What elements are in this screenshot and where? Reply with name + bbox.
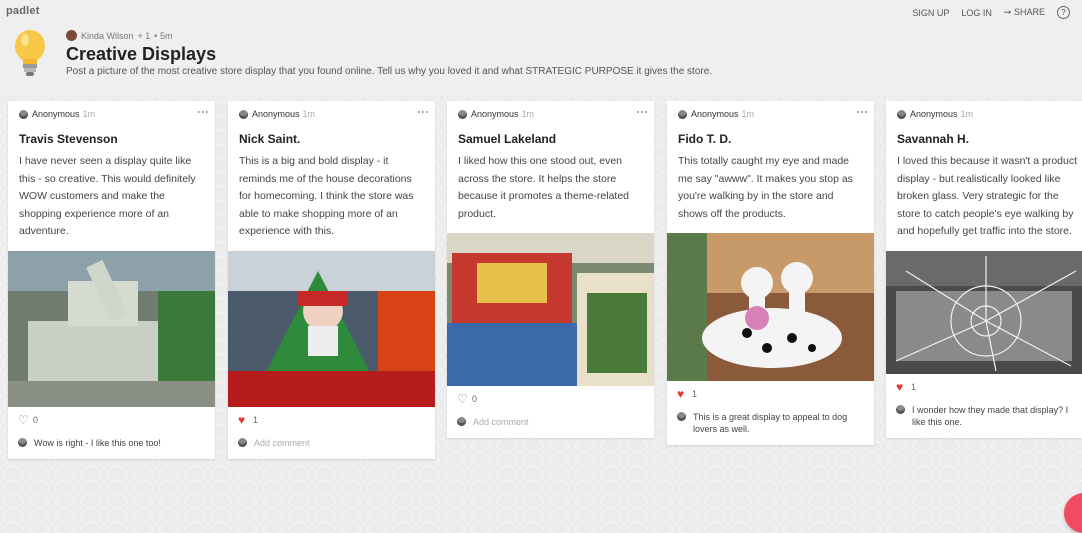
post-body: I liked how this one stood out, even acr… <box>458 155 630 220</box>
like-count: 1 <box>692 389 698 399</box>
author-time: • 5m <box>154 30 173 41</box>
post-header: Anonymous 1m ⋮ <box>447 101 654 127</box>
like-count: 0 <box>472 394 478 404</box>
post-card[interactable]: Anonymous 1m ⋮ Travis Stevenson I have ne… <box>8 101 215 459</box>
comment-text: Wow is right - I like this one too! <box>34 437 161 448</box>
anonymous-avatar <box>677 412 686 421</box>
post-author: Anonymous <box>471 109 519 119</box>
post-author-line: Anonymous 1m <box>32 109 95 119</box>
post-header: Anonymous 1m <box>886 101 1082 127</box>
post-author: Anonymous <box>252 109 300 119</box>
more-options-icon[interactable]: ⋮ <box>416 106 430 116</box>
post-card[interactable]: Anonymous 1m ⋮ Samuel Lakeland I liked ho… <box>447 101 654 438</box>
heart-icon[interactable]: ♥ <box>677 387 684 401</box>
post-title: Savannah H. <box>897 132 970 146</box>
comment: I wonder how they made that display? I l… <box>886 398 1082 438</box>
lightbulb-icon <box>15 30 45 76</box>
top-actions: SIGN UP LOG IN ➙ SHARE ? <box>912 6 1070 19</box>
anonymous-avatar <box>678 110 687 119</box>
board-title: Creative Displays <box>66 44 217 64</box>
post-author-line: Anonymous 1m <box>910 109 973 119</box>
anonymous-avatar <box>239 110 248 119</box>
post-time: 1m <box>521 109 535 119</box>
heart-icon[interactable]: ♡ <box>457 392 468 406</box>
add-comment[interactable]: Add comment <box>228 431 435 459</box>
more-options-icon[interactable]: ⋮ <box>855 106 869 116</box>
post-card[interactable]: Anonymous 1m ⋮ Nick Saint. This is a big … <box>228 101 435 459</box>
add-comment-label[interactable]: Add comment <box>473 417 529 427</box>
post-header: Anonymous 1m ⋮ <box>228 101 435 127</box>
comment-text: This is a great display to appeal to dog… <box>693 412 848 434</box>
anonymous-avatar <box>458 110 467 119</box>
share-button[interactable]: ➙ SHARE <box>1004 7 1045 18</box>
post-image-tank-display[interactable] <box>8 250 215 407</box>
anonymous-avatar <box>18 437 27 447</box>
comment-text: I wonder how they made that display? I l… <box>912 404 1069 427</box>
anonymous-avatar <box>896 404 905 414</box>
post-header: Anonymous 1m ⋮ <box>8 101 215 127</box>
add-comment-label[interactable]: Add comment <box>254 438 310 448</box>
post-image-santa-display[interactable] <box>228 250 435 407</box>
post-title: Nick Saint. <box>239 132 301 146</box>
like-count: 0 <box>33 414 39 425</box>
anonymous-avatar <box>457 417 466 426</box>
anonymous-avatar <box>897 110 906 119</box>
post-card[interactable]: Anonymous 1m Savannah H. I loved this bec… <box>886 101 1082 438</box>
post-title: Fido T. D. <box>678 132 732 146</box>
log-in-button[interactable]: LOG IN <box>961 8 992 18</box>
post-image-nfl-display[interactable] <box>447 233 654 386</box>
reactions-bar: ♥ 1 <box>886 374 1082 398</box>
post-author-line: Anonymous 1m <box>471 109 534 119</box>
reactions-bar: ♡ 0 <box>447 386 654 410</box>
post-image-dalmatian-display[interactable] <box>667 233 874 381</box>
post-time: 1m <box>302 109 316 119</box>
author-meta: + 1 <box>137 30 151 41</box>
post-title: Travis Stevenson <box>19 132 118 146</box>
reactions-bar: ♡ 0 <box>8 407 215 431</box>
heart-icon[interactable]: ♡ <box>18 413 29 427</box>
more-options-icon[interactable]: ⋮ <box>196 106 210 116</box>
post-body: This is a big and bold display - it remi… <box>239 155 414 237</box>
post-author: Anonymous <box>691 109 739 119</box>
padlet-logo[interactable]: padlet <box>6 5 40 17</box>
add-post-button[interactable] <box>1064 493 1082 533</box>
post-time: 1m <box>741 109 755 119</box>
comment: This is a great display to appeal to dog… <box>667 405 874 445</box>
share-icon: ➙ <box>1003 7 1012 17</box>
author-name[interactable]: Kinda Wilson <box>81 31 134 41</box>
heart-icon[interactable]: ♥ <box>896 380 903 394</box>
post-card[interactable]: Anonymous 1m ⋮ Fido T. D. This totally ca… <box>667 101 874 445</box>
anonymous-avatar <box>238 437 247 447</box>
like-count: 1 <box>911 381 917 392</box>
post-author: Anonymous <box>32 109 80 119</box>
top-bar: padlet SIGN UP LOG IN ➙ SHARE ? Kinda Wi… <box>0 0 1082 96</box>
post-author-line: Anonymous 1m <box>252 109 315 119</box>
post-time: 1m <box>960 109 974 119</box>
like-count: 1 <box>253 414 259 425</box>
heart-icon[interactable]: ♥ <box>238 413 245 427</box>
reactions-bar: ♥ 1 <box>667 381 874 405</box>
board-author: Kinda Wilson + 1 • 5m <box>66 30 172 41</box>
sign-up-button[interactable]: SIGN UP <box>912 8 949 18</box>
reactions-bar: ♥ 1 <box>228 407 435 431</box>
board-description: Post a picture of the most creative stor… <box>66 66 713 77</box>
anonymous-avatar <box>19 110 28 119</box>
more-options-icon[interactable]: ⋮ <box>635 106 649 116</box>
post-body: I have never seen a display quite like t… <box>19 155 196 237</box>
post-title: Samuel Lakeland <box>458 132 557 146</box>
post-image-broken-glass-display[interactable] <box>886 250 1082 374</box>
post-header: Anonymous 1m ⋮ <box>667 101 874 127</box>
comment: Wow is right - I like this one too! <box>8 431 215 459</box>
help-icon[interactable]: ? <box>1057 6 1070 19</box>
post-author-line: Anonymous 1m <box>691 109 754 119</box>
post-time: 1m <box>82 109 96 119</box>
post-body: I loved this because it wasn't a product… <box>897 155 1078 237</box>
post-author: Anonymous <box>910 109 958 119</box>
post-body: This totally caught my eye and made me s… <box>678 155 853 220</box>
share-label: SHARE <box>1013 7 1045 17</box>
author-avatar <box>66 30 77 41</box>
add-comment[interactable]: Add comment <box>447 410 654 438</box>
